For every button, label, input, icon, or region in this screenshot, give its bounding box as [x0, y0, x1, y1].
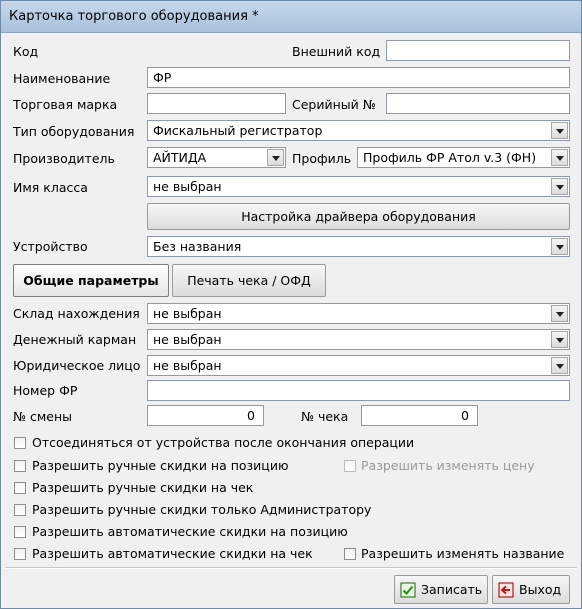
- cashbox-select[interactable]: не выбран: [147, 329, 570, 350]
- chevron-down-icon[interactable]: [267, 149, 284, 166]
- serial-label: Серийный №: [292, 97, 376, 112]
- disconnect-checkbox[interactable]: [14, 437, 26, 449]
- chevron-down-icon[interactable]: [551, 331, 568, 348]
- ext-code-input[interactable]: [386, 40, 570, 61]
- chevron-down-icon[interactable]: [551, 305, 568, 322]
- brand-label: Торговая марка: [13, 97, 118, 112]
- warehouse-select[interactable]: не выбран: [147, 303, 570, 324]
- cashbox-label: Денежный карман: [13, 332, 137, 347]
- title-bar[interactable]: Карточка торгового оборудования *: [1, 1, 581, 33]
- tab-general-params[interactable]: Общие параметры: [13, 264, 169, 297]
- name-input[interactable]: ФР: [147, 67, 570, 88]
- type-select[interactable]: Фискальный регистратор: [147, 120, 570, 141]
- exit-button-label: Выход: [519, 582, 562, 597]
- profile-label: Профиль: [292, 151, 352, 166]
- equipment-card-window: Карточка торгового оборудования * Код Вн…: [0, 0, 582, 609]
- class-label: Имя класса: [13, 180, 88, 195]
- manual-check-discount-checkbox[interactable]: [14, 482, 26, 494]
- auto-position-discount-checkbox[interactable]: [14, 526, 26, 538]
- manual-position-discount-checkbox[interactable]: [14, 460, 26, 472]
- tab-receipt-print[interactable]: Печать чека / ОФД: [172, 264, 326, 297]
- manual-check-discount-label: Разрешить ручные скидки на чек: [32, 480, 254, 495]
- window-title: Карточка торгового оборудования *: [9, 9, 259, 24]
- ext-code-label: Внешний код: [292, 44, 381, 59]
- legal-entity-select-value: не выбран: [153, 358, 222, 373]
- chevron-down-icon[interactable]: [551, 238, 568, 255]
- save-button[interactable]: Записать: [394, 575, 488, 604]
- auto-check-discount-label: Разрешить автоматические скидки на чек: [32, 546, 313, 561]
- brand-input[interactable]: [147, 93, 286, 114]
- manual-admin-discount-checkbox[interactable]: [14, 504, 26, 516]
- disconnect-label: Отсоединяться от устройства после оконча…: [32, 435, 415, 450]
- cashbox-select-value: не выбран: [153, 332, 222, 347]
- legal-entity-select[interactable]: не выбран: [147, 355, 570, 376]
- legal-entity-label: Юридическое лицо: [13, 358, 141, 373]
- serial-input[interactable]: [386, 93, 570, 114]
- chevron-down-icon[interactable]: [551, 149, 568, 166]
- fr-number-label: Номер ФР: [13, 383, 78, 398]
- chevron-down-icon[interactable]: [551, 357, 568, 374]
- chevron-down-icon[interactable]: [551, 178, 568, 195]
- change-name-checkbox[interactable]: [344, 548, 356, 560]
- auto-position-discount-label: Разрешить автоматические скидки на позиц…: [32, 524, 348, 539]
- class-select-value: не выбран: [153, 179, 222, 194]
- fr-number-input[interactable]: [147, 380, 570, 401]
- change-price-checkbox: [344, 460, 356, 472]
- device-select[interactable]: Без названия: [147, 236, 570, 257]
- shift-number-input[interactable]: 0: [147, 405, 264, 426]
- warehouse-select-value: не выбран: [153, 306, 222, 321]
- manual-admin-discount-label: Разрешить ручные скидки только Администр…: [32, 502, 372, 517]
- check-number-input[interactable]: 0: [361, 405, 478, 426]
- type-label: Тип оборудования: [13, 124, 135, 139]
- device-label: Устройство: [13, 239, 88, 254]
- save-icon: [400, 582, 416, 598]
- check-number-label: № чека: [301, 409, 349, 424]
- exit-button[interactable]: Выход: [492, 575, 570, 604]
- footer-separator: [5, 567, 577, 569]
- change-price-label: Разрешить изменять цену: [361, 458, 535, 473]
- driver-settings-button[interactable]: Настройка драйвера оборудования: [147, 203, 570, 230]
- device-select-value: Без названия: [153, 239, 242, 254]
- chevron-down-icon[interactable]: [551, 122, 568, 139]
- manual-position-discount-label: Разрешить ручные скидки на позицию: [32, 458, 289, 473]
- change-name-label: Разрешить изменять название: [361, 546, 565, 561]
- profile-select-value: Профиль ФР Атол v.3 (ФН): [363, 150, 537, 165]
- name-label: Наименование: [13, 71, 111, 86]
- type-select-value: Фискальный регистратор: [153, 123, 323, 138]
- auto-check-discount-checkbox[interactable]: [14, 548, 26, 560]
- warehouse-label: Склад нахождения: [13, 306, 140, 321]
- save-button-label: Записать: [421, 582, 483, 597]
- profile-select[interactable]: Профиль ФР Атол v.3 (ФН): [357, 147, 570, 168]
- exit-icon: [498, 582, 514, 598]
- class-select[interactable]: не выбран: [147, 176, 570, 197]
- maker-select-value: АЙТИДА: [153, 150, 207, 165]
- code-label: Код: [13, 44, 39, 59]
- maker-select[interactable]: АЙТИДА: [147, 147, 286, 168]
- shift-number-label: № смены: [13, 409, 73, 424]
- maker-label: Производитель: [13, 151, 115, 166]
